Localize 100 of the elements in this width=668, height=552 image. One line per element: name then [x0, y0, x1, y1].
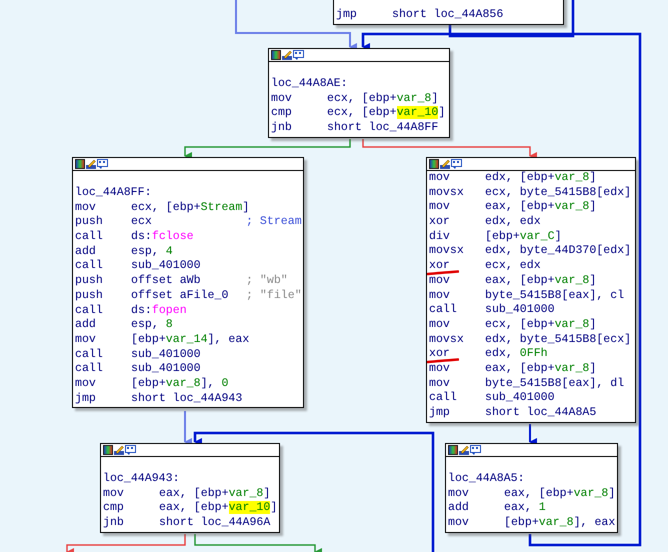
instruction-mnemonic: call	[429, 303, 457, 318]
instruction-mnemonic: mov	[429, 362, 450, 377]
code-label: loc_44A8A5:	[448, 472, 525, 487]
instruction-operands: ecx, [ebp+var_8]	[327, 92, 438, 106]
gradient-square-icon[interactable]	[448, 445, 458, 455]
instruction-mnemonic: mov	[429, 376, 450, 392]
instruction-operands: eax, [ebp+var_8]	[485, 200, 596, 216]
instruction-operands: eax, [ebp+var_8]	[485, 362, 596, 377]
instruction-operands: edx, 0FFh	[485, 347, 548, 362]
code-comment: ; "file"	[246, 288, 302, 304]
instruction-operands: short loc_44A856	[392, 8, 504, 23]
instruction-operands: byte_5415B8[eax], cl	[485, 288, 624, 304]
instruction-mnemonic: mov	[75, 200, 96, 216]
instruction-mnemonic: call	[75, 362, 103, 377]
pencil-icon[interactable]	[282, 50, 292, 60]
instruction-mnemonic: jmp	[75, 392, 96, 406]
instruction-mnemonic: mov	[75, 376, 96, 392]
instruction-operands: edx, [ebp+var_8]	[485, 171, 596, 186]
speech-bubble-icon[interactable]	[125, 445, 136, 455]
instruction-mnemonic: cmp	[271, 106, 292, 122]
instruction-operands: eax, 1	[504, 501, 546, 516]
instruction-mnemonic: mov	[448, 516, 469, 531]
gradient-square-icon[interactable]	[271, 50, 281, 60]
instruction-mnemonic: add	[75, 318, 96, 333]
pencil-icon[interactable]	[86, 159, 96, 169]
instruction-operands: eax, [ebp+var_10]	[159, 501, 278, 516]
pencil-icon[interactable]	[459, 445, 469, 455]
instruction-operands: ecx, edx	[485, 259, 541, 274]
instruction-mnemonic: add	[448, 501, 469, 516]
instruction-operands: ecx, [ebp+var_10]	[327, 106, 446, 122]
instruction-mnemonic: xor	[429, 259, 450, 274]
instruction-mnemonic: mov	[103, 486, 124, 502]
instruction-operands: edx, edx	[485, 215, 541, 230]
instruction-mnemonic: jnb	[103, 516, 124, 531]
speech-bubble-icon[interactable]	[470, 445, 481, 455]
code-label: loc_44A8AE:	[271, 77, 348, 92]
instruction-mnemonic: mov	[429, 171, 450, 186]
gradient-square-icon[interactable]	[103, 445, 113, 455]
instruction-operands: eax, [ebp+var_8]	[504, 486, 616, 502]
instruction-operands: ecx, [ebp+var_8]	[485, 318, 596, 333]
instruction-operands: [ebp+var_8], eax	[504, 516, 616, 531]
code-label: loc_44A8FF:	[75, 186, 152, 201]
instruction-mnemonic: mov	[429, 200, 450, 216]
gradient-square-icon[interactable]	[75, 159, 85, 169]
instruction-mnemonic: xor	[429, 347, 450, 362]
instruction-operands: short loc_44A8FF	[327, 121, 438, 136]
pencil-icon[interactable]	[440, 159, 450, 169]
instruction-operands: edx, byte_5415B8[ecx]	[485, 332, 632, 348]
instruction-mnemonic: mov	[448, 486, 469, 502]
instruction-operands: offset aWb	[131, 274, 201, 289]
instruction-operands: sub_401000	[131, 348, 201, 362]
instruction-operands: sub_401000	[485, 303, 555, 318]
instruction-mnemonic: call	[75, 259, 103, 274]
instruction-mnemonic: push	[75, 288, 103, 304]
instruction-mnemonic: movsx	[429, 244, 464, 260]
instruction-mnemonic: mov	[429, 288, 450, 304]
instruction-mnemonic: movsx	[429, 186, 464, 200]
instruction-mnemonic: xor	[429, 215, 450, 230]
instruction-operands: ecx, byte_5415B8[edx]	[485, 186, 632, 200]
instruction-mnemonic: push	[75, 274, 103, 289]
instruction-mnemonic: movsx	[429, 332, 464, 348]
instruction-operands: byte_5415B8[eax], dl	[485, 376, 624, 392]
instruction-operands: sub_401000	[485, 391, 555, 406]
instruction-operands: short loc_44A8A5	[485, 406, 596, 421]
pencil-icon[interactable]	[114, 445, 124, 455]
code-comment: ; "wb"	[246, 274, 288, 289]
instruction-operands: short loc_44A96A	[159, 516, 270, 531]
instruction-mnemonic: mov	[429, 274, 450, 289]
speech-bubble-icon[interactable]	[451, 159, 462, 169]
instruction-operands: ds:fclose	[131, 230, 194, 245]
instruction-operands: [ebp+var_C]	[485, 230, 562, 244]
instruction-operands: ds:fopen	[131, 304, 187, 318]
code-comment: ; Stream	[246, 215, 302, 230]
code-label: loc_44A943:	[103, 472, 180, 487]
instruction-mnemonic: jnb	[271, 121, 292, 136]
gradient-square-icon[interactable]	[429, 159, 439, 169]
instruction-operands: sub_401000	[131, 362, 201, 377]
instruction-operands: esp, 4	[131, 244, 173, 260]
instruction-mnemonic: call	[75, 304, 103, 318]
instruction-mnemonic: cmp	[103, 501, 124, 516]
instruction-operands: eax, [ebp+var_8]	[485, 274, 596, 289]
instruction-mnemonic: jmp	[336, 8, 357, 23]
instruction-mnemonic: jmp	[429, 406, 450, 421]
instruction-operands: [ebp+var_14], eax	[131, 332, 250, 348]
instruction-mnemonic: mov	[271, 92, 292, 106]
instruction-mnemonic: call	[429, 391, 457, 406]
edge-arrow	[184, 411, 192, 446]
instruction-operands: esp, 8	[131, 318, 173, 333]
speech-bubble-icon[interactable]	[293, 50, 304, 60]
instruction-operands: ecx	[131, 215, 152, 230]
instruction-mnemonic: push	[75, 215, 103, 230]
instruction-operands: ecx, [ebp+Stream]	[131, 200, 250, 216]
instruction-operands: edx, byte_44D370[edx]	[485, 244, 632, 260]
speech-bubble-icon[interactable]	[97, 159, 108, 169]
instruction-mnemonic: mov	[75, 332, 96, 348]
instruction-mnemonic: call	[75, 348, 103, 362]
instruction-operands: [ebp+var_8], 0	[131, 376, 228, 392]
instruction-operands: offset aFile_0	[131, 288, 228, 304]
instruction-operands: short loc_44A943	[131, 392, 242, 406]
instruction-operands: sub_401000	[131, 259, 201, 274]
